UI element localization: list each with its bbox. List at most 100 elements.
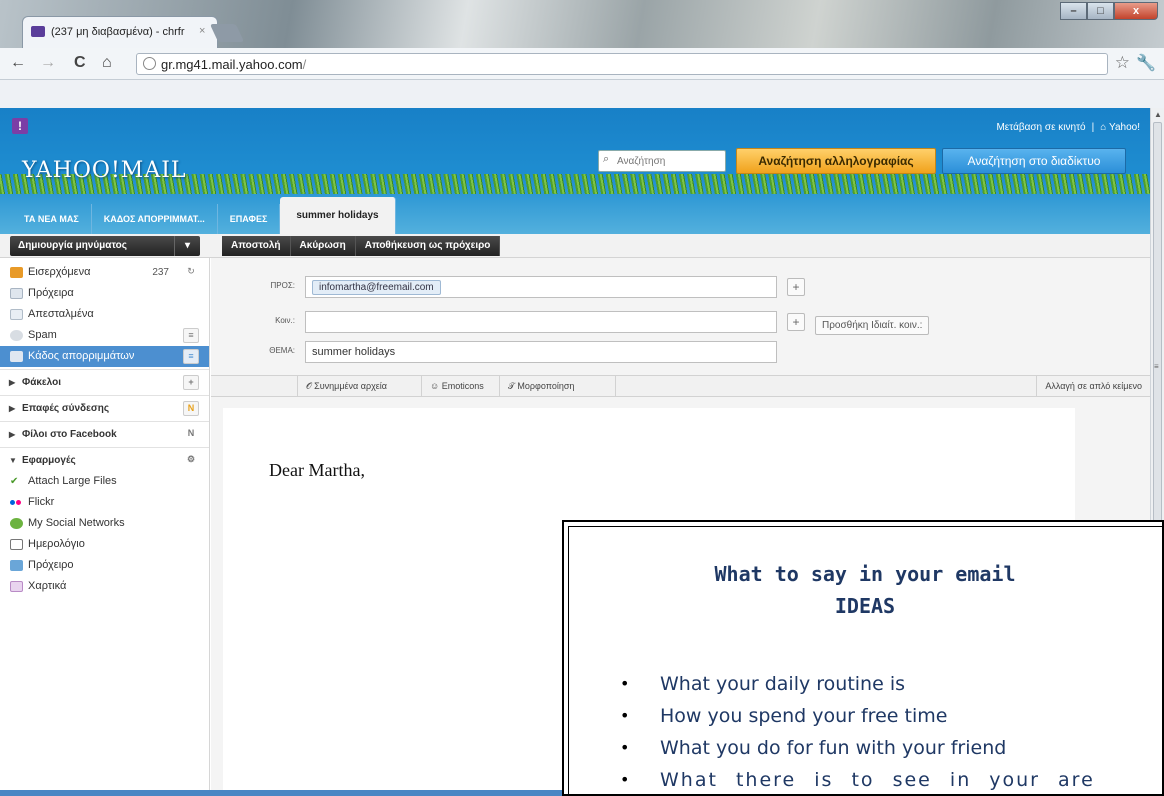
subject-input[interactable] <box>306 342 766 362</box>
cc-label: Κοιν.: <box>275 316 295 325</box>
refresh-icon[interactable]: ↻ <box>183 265 199 280</box>
sidebar-item-label: Φάκελοι <box>22 377 62 388</box>
browser-tab[interactable]: (237 μη διαβασμένα) - chrfr × <box>22 16 218 48</box>
subject-field[interactable] <box>305 341 777 363</box>
pen-icon: 𝒯 <box>508 381 518 391</box>
sidebar-item-inbox[interactable]: Εισερχόμενα 237 ↻ <box>0 262 209 283</box>
yahoo-exclaim-icon[interactable]: ! <box>12 118 28 134</box>
sidebar-item-label: My Social Networks <box>28 517 125 529</box>
add-bcc-button[interactable]: Προσθήκη Ιδιαίτ. κοιν.: <box>815 316 930 335</box>
sidebar-item-label: Επαφές σύνδεσης <box>22 403 110 414</box>
to-field[interactable]: infomartha@freemail.com <box>305 276 777 298</box>
save-draft-button[interactable]: Αποθήκευση ως πρόχειρο <box>355 236 501 256</box>
mail-favicon-icon <box>31 26 45 37</box>
back-arrow-icon[interactable]: ← <box>10 54 26 72</box>
search-mail-button[interactable]: Αναζήτηση αλληλογραφίας <box>736 148 936 174</box>
sidebar-item-label: Εφαρμογές <box>22 455 76 466</box>
yahoo-mail-logo[interactable]: YAHOO!MAIL <box>22 158 187 183</box>
compose-button[interactable]: Δημιουργία μηνύματος ▾ <box>10 236 200 256</box>
sidebar-divider <box>0 369 209 370</box>
sidebar-app-notepad[interactable]: Πρόχειρο <box>0 555 209 576</box>
reload-icon[interactable]: C <box>74 54 86 72</box>
list-item: • What you do for fun with your friend <box>620 737 1007 759</box>
calendar-icon <box>10 539 23 550</box>
ideas-subheading: IDEAS <box>834 594 896 618</box>
search-icon: ⌕ <box>603 153 610 165</box>
sidebar-app-social-networks[interactable]: My Social Networks <box>0 513 209 534</box>
sidebar-app-stationery[interactable]: Χαρτικά <box>0 576 209 597</box>
add-recipient-icon[interactable]: + <box>787 278 805 296</box>
tab-contacts[interactable]: ΕΠΑΦΕΣ <box>218 204 281 234</box>
home-icon[interactable]: ⌂ <box>102 54 112 72</box>
stationery-icon <box>10 581 23 592</box>
sidebar-item-sent[interactable]: Απεσταλμένα <box>0 304 209 325</box>
scroll-up-icon[interactable]: ▲ <box>1154 110 1162 119</box>
expand-icon[interactable]: ▶ <box>9 424 15 445</box>
window-controls: – □ x <box>1060 2 1158 20</box>
messenger-icon[interactable]: N <box>183 427 199 442</box>
sidebar-item-spam[interactable]: Spam ≡ <box>0 325 209 346</box>
search-input[interactable] <box>617 152 721 170</box>
tab-news[interactable]: ΤΑ ΝΕΑ ΜΑΣ <box>12 204 92 234</box>
cancel-button[interactable]: Ακύρωση <box>290 236 356 256</box>
expand-icon[interactable]: ▶ <box>9 372 15 393</box>
sidebar-item-label: Πρόχειρα <box>28 287 74 299</box>
address-bar[interactable]: gr.mg41.mail.yahoo.com/ <box>136 53 1108 75</box>
sidebar-applications[interactable]: ▼ Εφαρμογές ⚙ <box>0 450 209 471</box>
cc-field[interactable] <box>305 311 777 333</box>
tab-compose-summer-holidays[interactable]: summer holidays <box>280 197 396 234</box>
sidebar-item-label: Χαρτικά <box>28 580 67 592</box>
mobile-link[interactable]: Μετάβαση σε κινητό <box>996 122 1085 133</box>
sidebar-app-calendar[interactable]: Ημερολόγιο <box>0 534 209 555</box>
send-button[interactable]: Αποστολή <box>222 236 291 256</box>
add-cc-icon[interactable]: + <box>787 313 805 331</box>
sidebar-online-contacts[interactable]: ▶ Επαφές σύνδεσης N <box>0 398 209 419</box>
unread-count: 237 <box>152 267 169 278</box>
sidebar-item-trash[interactable]: Κάδος απορριμμάτων ≡ <box>0 346 209 367</box>
sidebar-item-drafts[interactable]: Πρόχειρα <box>0 283 209 304</box>
gear-icon[interactable]: ⚙ <box>183 453 199 468</box>
sidebar-divider <box>0 421 209 422</box>
sidebar-item-label: Πρόχειρο <box>28 559 74 571</box>
compose-label: Δημιουργία μηνύματος <box>18 240 127 251</box>
collapse-icon[interactable]: ▼ <box>9 450 17 471</box>
messenger-icon[interactable]: N <box>183 401 199 416</box>
home-small-icon: ⌂ <box>1100 122 1110 133</box>
drafts-icon <box>10 288 23 299</box>
empty-spam-icon[interactable]: ≡ <box>183 328 199 343</box>
sidebar-item-label: Ημερολόγιο <box>28 538 85 550</box>
tab-close-icon[interactable]: × <box>199 25 205 37</box>
plain-text-button[interactable]: Αλλαγή σε απλό κείμενο <box>1036 376 1142 396</box>
close-window-button[interactable]: x <box>1114 2 1158 20</box>
bookmark-star-icon[interactable]: ☆ <box>1115 53 1130 73</box>
attachments-button[interactable]: 𝒪 Συνημμένα αρχεία <box>297 376 395 396</box>
list-item: • What there is to see in your are <box>620 769 1095 791</box>
sidebar-folders[interactable]: ▶ Φάκελοι + <box>0 372 209 393</box>
empty-trash-icon[interactable]: ≡ <box>183 349 199 364</box>
sidebar-app-flickr[interactable]: Flickr <box>0 492 209 513</box>
chevron-down-icon[interactable]: ▾ <box>174 236 200 256</box>
forward-arrow-icon[interactable]: → <box>40 54 56 72</box>
to-label: ΠΡΟΣ: <box>270 281 295 290</box>
sidebar-item-label: Κάδος απορριμμάτων <box>28 350 135 362</box>
add-folder-icon[interactable]: + <box>183 375 199 390</box>
minimize-button[interactable]: – <box>1060 2 1087 20</box>
tab-trash[interactable]: ΚΑΔΟΣ ΑΠΟΡΡΙΜΜΑΤ... <box>92 204 218 234</box>
search-box[interactable]: ⌕ <box>598 150 726 172</box>
format-toolbar: 𝒪 Συνημμένα αρχεία ☺ Emoticons 𝒯 Μορφοπο… <box>211 375 1150 397</box>
expand-icon[interactable]: ▶ <box>9 398 15 419</box>
checkmark-icon: ✔ <box>10 476 19 487</box>
sent-icon <box>10 309 23 320</box>
recipient-chip[interactable]: infomartha@freemail.com <box>312 280 441 295</box>
notepad-icon <box>10 560 23 571</box>
emoticons-button[interactable]: ☺ Emoticons <box>421 376 492 396</box>
yahoo-home-link[interactable]: Yahoo! <box>1109 122 1140 133</box>
maximize-button[interactable]: □ <box>1087 2 1114 20</box>
search-web-button[interactable]: Αναζήτηση στο διαδίκτυο <box>942 148 1126 174</box>
formatting-button[interactable]: 𝒯 Μορφοποίηση <box>499 376 582 396</box>
wrench-icon[interactable]: 🔧 <box>1136 53 1156 73</box>
sidebar-app-attach-large-files[interactable]: ✔ Attach Large Files <box>0 471 209 492</box>
url-text: gr.mg41.mail.yahoo.com/ <box>161 57 307 72</box>
sidebar-item-label: Φίλοι στο Facebook <box>22 429 117 440</box>
sidebar-facebook-friends[interactable]: ▶ Φίλοι στο Facebook N <box>0 424 209 445</box>
